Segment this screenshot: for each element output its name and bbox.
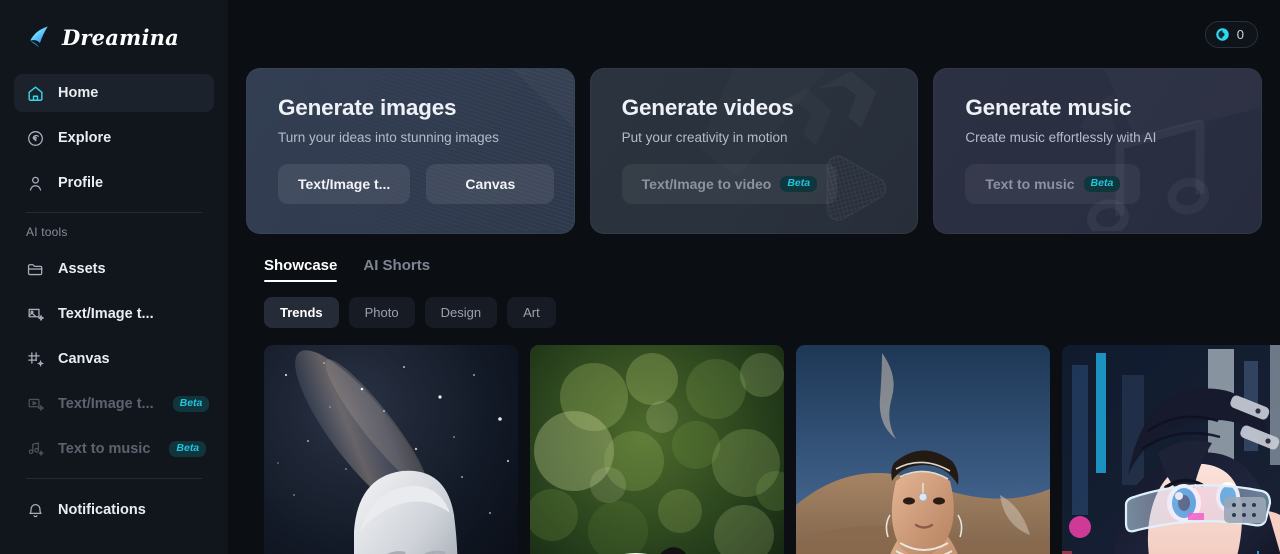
card-title: Generate images <box>278 95 457 120</box>
compass-icon <box>28 130 43 146</box>
dreamina-star-logo-icon <box>30 26 48 48</box>
diagonal-stripes-decoration-icon <box>247 69 574 232</box>
sidebar: Dreamina Home Explore Profile AI tools A… <box>0 0 228 554</box>
category-filter-chips: Trends Photo Design Art <box>228 282 1280 328</box>
sidebar-item-assets[interactable]: Assets <box>14 250 214 288</box>
sidebar-divider-bottom <box>26 478 202 479</box>
canvas-button[interactable]: Canvas <box>426 164 555 204</box>
sidebar-item-label: Profile <box>58 175 104 191</box>
text-image-to-video-button[interactable]: Text/Image to video Beta <box>621 164 838 204</box>
cyberpunk-anime-girl-with-visor-image <box>1062 345 1280 554</box>
beta-badge: Beta <box>780 176 818 192</box>
sidebar-item-notifications[interactable]: Notifications <box>14 491 214 529</box>
video-sparkle-icon <box>28 398 44 411</box>
woman-with-jewelry-in-desert-image <box>796 345 1050 554</box>
content-tabs: Showcase AI Shorts <box>228 234 1280 282</box>
sidebar-divider-top <box>26 212 202 213</box>
sidebar-item-label: Text/Image t... <box>58 396 154 412</box>
panda-cub-green-bokeh-image <box>530 345 784 554</box>
tab-showcase[interactable]: Showcase <box>264 257 338 282</box>
sidebar-item-explore[interactable]: Explore <box>14 119 214 157</box>
credits-value: 0 <box>1236 26 1244 42</box>
music-note-sparkle-icon <box>28 441 44 456</box>
sidebar-item-label: Text to music <box>58 441 151 457</box>
text-image-to-image-button[interactable]: Text/Image t... <box>278 164 411 204</box>
folder-icon <box>27 263 43 275</box>
credit-coin-icon <box>1216 27 1229 41</box>
beta-badge: Beta <box>169 441 207 457</box>
person-icon <box>29 176 42 191</box>
classical-statue-head-in-galaxy-image <box>264 345 518 554</box>
sidebar-item-text-image-to-image[interactable]: Text/Image t... <box>14 295 214 333</box>
card-title: Generate music <box>965 95 1132 120</box>
sidebar-item-text-to-music[interactable]: Text to music Beta <box>14 430 214 468</box>
beta-badge: Beta <box>172 396 210 412</box>
sidebar-item-label: Assets <box>58 261 106 277</box>
brand[interactable]: Dreamina <box>14 0 214 74</box>
gallery-item[interactable] <box>530 345 784 554</box>
image-sparkle-icon <box>28 308 44 321</box>
button-label: Text/Image to video <box>641 176 772 192</box>
chip-design[interactable]: Design <box>424 297 498 328</box>
showcase-gallery <box>228 328 1280 554</box>
card-subtitle: Create music effortlessly with AI <box>965 130 1157 145</box>
sidebar-item-home[interactable]: Home <box>14 74 214 112</box>
card-subtitle: Turn your ideas into stunning images <box>278 130 499 145</box>
sidebar-item-label: Notifications <box>58 502 146 518</box>
card-title: Generate videos <box>621 95 794 120</box>
chip-trends[interactable]: Trends <box>264 297 339 328</box>
main-content: 0 Generate images Turn your ideas into s… <box>228 0 1280 554</box>
gallery-item[interactable] <box>264 345 518 554</box>
topbar: 0 <box>228 0 1280 68</box>
card-generate-music[interactable]: Generate music Create music effortlessly… <box>933 68 1263 234</box>
beamed-eighth-note-decoration-icon <box>1087 119 1210 232</box>
sidebar-section-label-ai-tools: AI tools <box>26 225 68 239</box>
sidebar-item-label: Home <box>58 85 99 101</box>
canvas-frame-icon <box>28 351 45 367</box>
chip-photo[interactable]: Photo <box>348 297 415 328</box>
sidebar-item-label: Canvas <box>58 351 110 367</box>
chevrons-and-play-triangle-decoration-icon <box>826 155 887 221</box>
sidebar-item-label: Explore <box>58 130 112 146</box>
sidebar-item-canvas[interactable]: Canvas <box>14 340 214 378</box>
home-icon <box>28 85 43 101</box>
card-actions: Text to music Beta <box>965 164 1261 204</box>
card-generate-videos[interactable]: Generate videos Put your creativity in m… <box>589 68 919 234</box>
card-actions: Text/Image to video Beta <box>621 164 918 204</box>
card-subtitle: Put your creativity in motion <box>621 130 788 145</box>
sidebar-item-profile[interactable]: Profile <box>14 164 214 202</box>
sidebar-item-label: Text/Image t... <box>58 306 154 322</box>
card-generate-images[interactable]: Generate images Turn your ideas into stu… <box>246 68 575 234</box>
bell-icon <box>29 503 42 517</box>
app-root: Dreamina Home Explore Profile AI tools A… <box>0 0 1280 554</box>
gallery-item[interactable] <box>796 345 1050 554</box>
card-actions: Text/Image t... Canvas <box>278 164 574 204</box>
button-label: Text to music <box>985 176 1075 192</box>
sidebar-item-text-image-to-video[interactable]: Text/Image t... Beta <box>14 385 214 423</box>
text-to-music-button[interactable]: Text to music Beta <box>965 164 1141 204</box>
credits-badge[interactable]: 0 <box>1204 20 1258 48</box>
chip-art[interactable]: Art <box>507 297 556 328</box>
beta-badge: Beta <box>1083 176 1121 192</box>
brand-name: Dreamina <box>62 24 179 50</box>
tab-ai-shorts[interactable]: AI Shorts <box>363 257 430 282</box>
gallery-item[interactable] <box>1062 345 1280 554</box>
hero-cards: Generate images Turn your ideas into stu… <box>228 68 1280 234</box>
